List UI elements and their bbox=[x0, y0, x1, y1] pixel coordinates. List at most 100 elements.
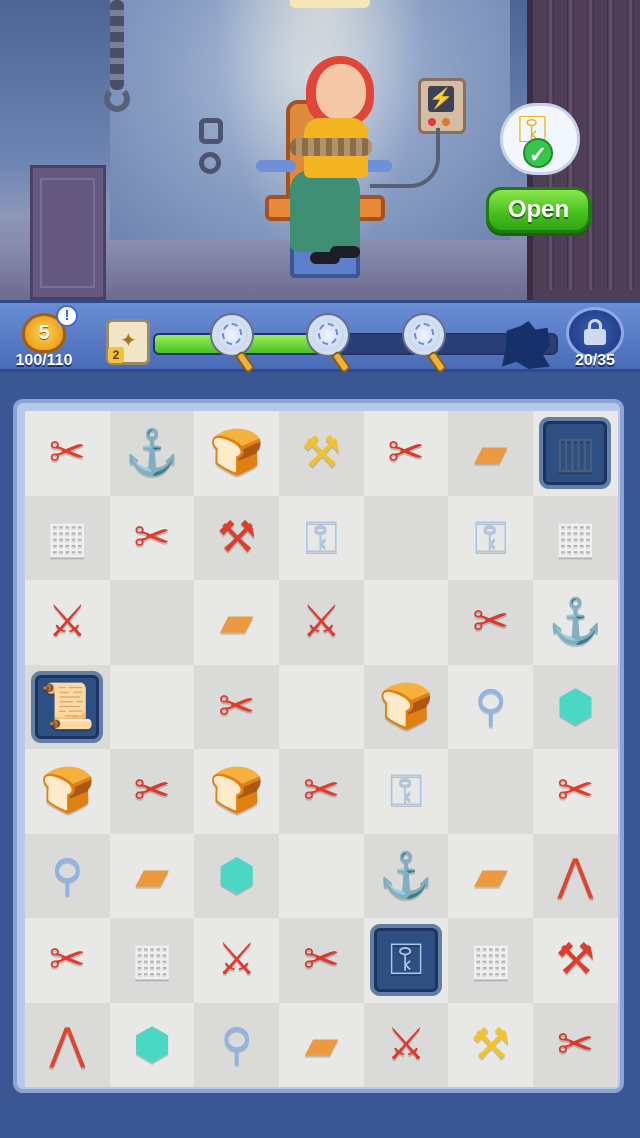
board-cell[interactable]: ⚒ bbox=[533, 918, 618, 1003]
scroll-icon[interactable]: 📜 bbox=[40, 684, 95, 729]
key-item-icon[interactable]: ⚿ bbox=[389, 769, 422, 813]
alert-icon[interactable]: ! bbox=[56, 305, 78, 327]
knife-icon[interactable]: ⚔ bbox=[386, 1022, 425, 1067]
board-cell[interactable]: 🍞 bbox=[194, 411, 280, 496]
screwdriver-icon[interactable]: ⚒ bbox=[556, 938, 595, 982]
hook-icon[interactable]: ⚓ bbox=[548, 600, 603, 644]
board-cell[interactable]: ✂ bbox=[109, 495, 195, 580]
board-cell[interactable] bbox=[363, 580, 449, 665]
bread-icon[interactable]: 🍞 bbox=[379, 684, 434, 729]
board-cell[interactable] bbox=[448, 749, 534, 834]
board-cell[interactable]: 🍞 bbox=[194, 749, 280, 834]
tongs-icon[interactable]: ⋀ bbox=[557, 853, 593, 898]
board-cell[interactable]: ✂ bbox=[533, 1002, 618, 1087]
board-cell[interactable]: ⚲ bbox=[448, 664, 534, 749]
key-item-icon[interactable]: ⚿ bbox=[389, 938, 422, 982]
board-cell[interactable]: ⚿ bbox=[448, 495, 534, 580]
magnifier-item-icon[interactable]: ⚲ bbox=[475, 684, 507, 729]
toast-icon[interactable]: ▰ bbox=[135, 853, 169, 898]
bread-icon[interactable]: 🍞 bbox=[209, 431, 264, 475]
board-cell[interactable]: ✂ bbox=[363, 411, 449, 496]
board-cell[interactable]: 🍞 bbox=[25, 749, 110, 834]
saw-icon[interactable]: ▦ bbox=[47, 515, 89, 560]
board-cell[interactable]: ✂ bbox=[109, 749, 195, 834]
knife-icon[interactable]: ⚔ bbox=[48, 600, 87, 644]
board-cell[interactable]: ⬢ bbox=[533, 664, 618, 749]
key-item-icon[interactable]: ⚿ bbox=[305, 515, 338, 560]
pliers-icon[interactable]: ✂ bbox=[557, 769, 594, 813]
board-cell[interactable]: ▰ bbox=[448, 411, 534, 496]
gem-icon[interactable]: ⬢ bbox=[218, 853, 256, 898]
board-cell[interactable]: ⬢ bbox=[194, 833, 280, 918]
board-cell[interactable]: ✂ bbox=[279, 918, 364, 1003]
board-cell[interactable] bbox=[363, 495, 449, 580]
board-cell[interactable]: ⚒ bbox=[194, 495, 280, 580]
hook-icon[interactable]: ⚓ bbox=[125, 431, 180, 475]
gem-icon[interactable]: ⬢ bbox=[133, 1022, 171, 1067]
magnifier-milestone-icon[interactable] bbox=[212, 315, 256, 374]
board-cell[interactable]: ▦ bbox=[533, 495, 618, 580]
board-cell[interactable]: ▦ bbox=[448, 918, 534, 1003]
pliers-icon[interactable]: ✂ bbox=[134, 515, 171, 560]
saw-icon[interactable]: ▦ bbox=[131, 938, 173, 982]
screwdriver-icon[interactable]: ⚒ bbox=[217, 515, 256, 560]
board-cell[interactable]: 📜 bbox=[25, 664, 110, 749]
pliers-icon[interactable]: ✂ bbox=[49, 938, 86, 982]
board-cell[interactable]: ▰ bbox=[279, 1002, 364, 1087]
board-cell[interactable]: ⚒ bbox=[279, 411, 364, 496]
board-cell[interactable]: ✂ bbox=[25, 918, 110, 1003]
pliers-icon[interactable]: ✂ bbox=[49, 431, 86, 475]
board-cell[interactable]: ⋀ bbox=[533, 833, 618, 918]
board-cell[interactable]: ⚿ bbox=[279, 495, 364, 580]
board-cell[interactable]: ⋀ bbox=[25, 1002, 110, 1087]
bread-icon[interactable]: 🍞 bbox=[209, 769, 264, 813]
board-cell[interactable]: ⚔ bbox=[279, 580, 364, 665]
board-cell[interactable] bbox=[109, 580, 195, 665]
scissors-icon[interactable]: ✂ bbox=[472, 600, 509, 644]
board-cell[interactable]: ⚓ bbox=[109, 411, 195, 496]
pliers-icon[interactable]: ✂ bbox=[303, 769, 340, 813]
board-cell[interactable]: ⚔ bbox=[25, 580, 110, 665]
knife-icon[interactable]: ⚔ bbox=[217, 938, 256, 982]
board-cell[interactable]: ⚓ bbox=[363, 833, 449, 918]
board-cell[interactable]: ⚓ bbox=[533, 580, 618, 665]
gem-icon[interactable]: ⬢ bbox=[556, 684, 594, 729]
board-cell[interactable]: ⚲ bbox=[25, 833, 110, 918]
board-cell[interactable]: ⚒ bbox=[448, 1002, 534, 1087]
scissors-icon[interactable]: ✂ bbox=[303, 938, 340, 982]
board-cell[interactable] bbox=[279, 833, 364, 918]
bars-icon[interactable]: ▥ bbox=[555, 431, 597, 475]
board-cell[interactable]: ▰ bbox=[448, 833, 534, 918]
pliers-icon[interactable]: ✂ bbox=[218, 684, 255, 729]
toast-icon[interactable]: ▰ bbox=[220, 600, 254, 644]
toast-icon[interactable]: ▰ bbox=[474, 853, 508, 898]
board-cell[interactable]: ⚿ bbox=[363, 918, 449, 1003]
scissors-icon[interactable]: ✂ bbox=[388, 431, 425, 475]
toast-icon[interactable]: ▰ bbox=[304, 1022, 338, 1067]
board-cell[interactable] bbox=[279, 664, 364, 749]
board-cell[interactable]: ✂ bbox=[25, 411, 110, 496]
board-cell[interactable]: ✂ bbox=[194, 664, 280, 749]
drill-icon[interactable]: ⚒ bbox=[471, 1022, 510, 1067]
board-cell[interactable]: ✂ bbox=[279, 749, 364, 834]
key-item-icon[interactable]: ⚿ bbox=[474, 515, 507, 560]
drill-icon[interactable]: ⚒ bbox=[302, 431, 341, 475]
board-cell[interactable] bbox=[109, 664, 195, 749]
bread-icon[interactable]: 🍞 bbox=[40, 769, 95, 813]
saw-icon[interactable]: ▦ bbox=[555, 515, 597, 560]
board-cell[interactable]: 🍞 bbox=[363, 664, 449, 749]
scissors-icon[interactable]: ✂ bbox=[134, 769, 171, 813]
board-cell[interactable]: ⚔ bbox=[363, 1002, 449, 1087]
puzzle-piece-icon[interactable] bbox=[502, 321, 550, 369]
magnifier-milestone-icon[interactable] bbox=[308, 315, 352, 374]
scissors-icon[interactable]: ✂ bbox=[557, 1022, 594, 1067]
board-cell[interactable]: ▦ bbox=[25, 495, 110, 580]
board-cell[interactable]: ⚲ bbox=[194, 1002, 280, 1087]
board-cell[interactable]: ▦ bbox=[109, 918, 195, 1003]
board-cell[interactable]: ⚔ bbox=[194, 918, 280, 1003]
magnifier-milestone-icon[interactable] bbox=[404, 315, 448, 374]
board-cell[interactable]: ⚿ bbox=[363, 749, 449, 834]
board-cell[interactable]: ▰ bbox=[194, 580, 280, 665]
magnifier-item-icon[interactable]: ⚲ bbox=[51, 853, 83, 898]
knife-icon[interactable]: ⚔ bbox=[302, 600, 341, 644]
